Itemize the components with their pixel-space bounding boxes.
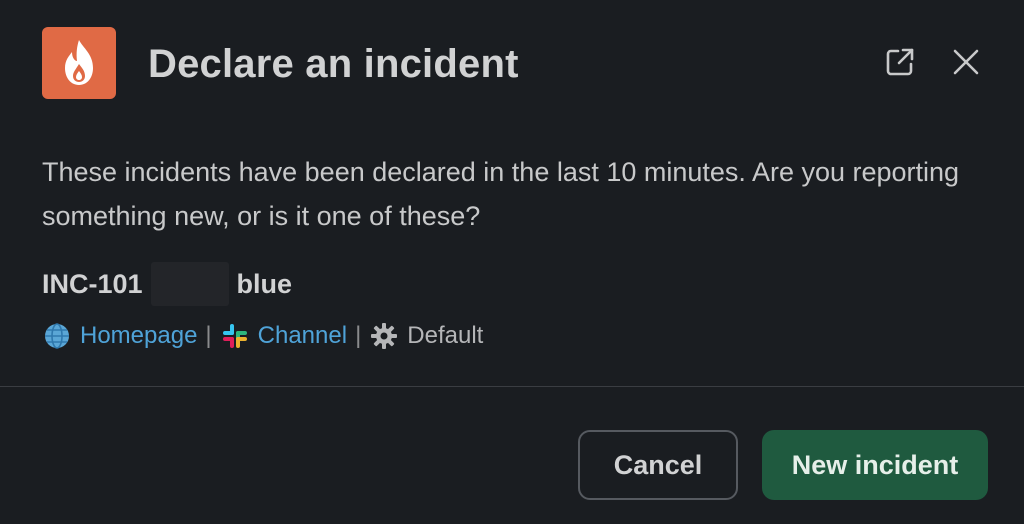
redacted-block — [150, 262, 229, 306]
separator: | — [355, 322, 362, 349]
channel-link[interactable]: Channel — [258, 322, 347, 350]
incident-warning-message: These incidents have been declared in th… — [42, 157, 960, 231]
homepage-link[interactable]: Homepage — [80, 322, 197, 350]
incident-name: blue — [236, 268, 293, 299]
modal-title: Declare an incident — [148, 42, 519, 86]
incident-id: INC-101 — [42, 268, 143, 299]
incident-summary: INC-101 blue — [42, 262, 292, 306]
severity-label: Default — [407, 322, 484, 349]
globe-icon — [42, 321, 72, 351]
cancel-button[interactable]: Cancel — [578, 430, 738, 500]
gear-icon — [369, 321, 399, 351]
close-button[interactable] — [946, 44, 986, 84]
separator: | — [205, 322, 212, 349]
flame-icon — [42, 27, 116, 99]
footer-divider — [0, 386, 1024, 387]
new-incident-button[interactable]: New incident — [762, 430, 988, 500]
open-external-icon — [883, 45, 917, 84]
slack-icon — [220, 321, 250, 351]
incident-links: Homepage | Channel | Default — [42, 318, 483, 354]
declare-incident-modal: Declare an incident These incidents have… — [0, 0, 1024, 524]
close-icon — [950, 46, 982, 83]
open-external-button[interactable] — [880, 44, 920, 84]
modal-header: Declare an incident — [0, 0, 1024, 130]
